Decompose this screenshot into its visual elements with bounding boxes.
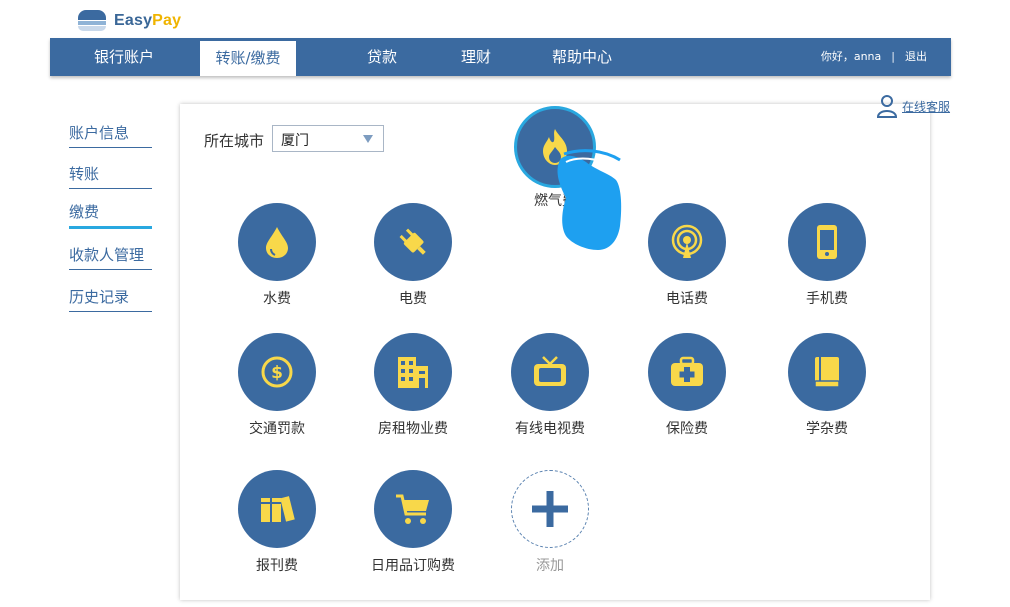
medical-kit-icon (671, 356, 703, 386)
add-tile-circle (511, 470, 589, 548)
logo-mark-icon (78, 10, 106, 32)
user-icon (876, 95, 898, 118)
sidebar-item-payee-management[interactable]: 收款人管理 (69, 244, 152, 270)
tv-icon (534, 356, 566, 386)
water-tile-circle (238, 203, 316, 281)
service-tile-label: 交通罚款 (249, 421, 305, 437)
service-tile-label: 电话费 (666, 291, 708, 307)
online-support-label: 在线客服 (902, 99, 951, 114)
service-tile-label: 房租物业费 (378, 421, 448, 437)
electricity-tile-circle (374, 203, 452, 281)
cable-tv-tile-circle (511, 333, 589, 411)
tuition-tile-circle (788, 333, 866, 411)
top-navbar: 银行账户 转账/缴费 贷款 理财 帮助中心 你好，anna | 退出 (50, 38, 951, 76)
sidebar-item-payment[interactable]: 缴费 (69, 201, 152, 229)
plus-icon (532, 491, 568, 527)
building-icon (398, 357, 428, 388)
daily-goods-tile-circle (374, 470, 452, 548)
mobile-tile-circle (788, 203, 866, 281)
insurance-tile-circle (648, 333, 726, 411)
traffic-fine-tile-circle: $ (238, 333, 316, 411)
service-tile-label: 日用品订购费 (371, 558, 455, 574)
nav-item-bank-account[interactable]: 银行账户 (62, 38, 186, 76)
plug-icon (399, 228, 426, 255)
service-tile-label: 水费 (263, 291, 291, 307)
service-tile-label: 有线电视费 (515, 421, 585, 437)
book-icon (814, 357, 840, 388)
logo-text: EasyPay (114, 12, 182, 29)
water-drop-icon (266, 227, 288, 258)
nav-item-transfer-pay[interactable]: 转账/缴费 (200, 41, 296, 76)
books-icon (261, 496, 295, 522)
logout-link[interactable]: 退出 (905, 38, 927, 76)
greeting-text: 你好，anna (820, 50, 882, 63)
service-tile-label: 报刊费 (256, 558, 298, 574)
sidebar-item-transfer[interactable]: 转账 (69, 163, 152, 189)
nav-item-loans[interactable]: 贷款 (342, 38, 422, 76)
city-label: 所在城市 (204, 132, 265, 150)
svg-text:$: $ (271, 363, 283, 383)
nav-separator: | (891, 50, 895, 63)
service-tile-label: 手机费 (806, 291, 848, 307)
nav-item-help-center[interactable]: 帮助中心 (532, 38, 632, 76)
service-tile-label: 保险费 (666, 421, 708, 437)
sidebar-item-account-info[interactable]: 账户信息 (69, 122, 152, 148)
newspaper-tile-circle (238, 470, 316, 548)
chevron-down-icon (363, 135, 373, 143)
online-support-link[interactable]: 在线客服 (876, 94, 950, 118)
logo: EasyPay (78, 8, 181, 34)
telephone-tile-circle (648, 203, 726, 281)
user-area: 你好，anna | 退出 (821, 38, 927, 76)
nav-item-wealth[interactable]: 理财 (436, 38, 516, 76)
mobile-phone-icon (817, 225, 837, 259)
signal-tower-icon (671, 224, 703, 258)
pointing-hand-icon (557, 149, 622, 250)
city-select-value: 厦门 (281, 133, 309, 149)
city-select[interactable]: 厦门 (272, 125, 384, 152)
rent-tile-circle (374, 333, 452, 411)
service-tile-label: 添加 (536, 558, 564, 574)
dollar-coin-icon: $ (261, 356, 293, 388)
service-tile-label: 电费 (399, 291, 427, 307)
shopping-cart-icon (396, 494, 429, 524)
sidebar-item-history[interactable]: 历史记录 (69, 286, 152, 312)
service-tile-label: 学杂费 (806, 421, 848, 437)
